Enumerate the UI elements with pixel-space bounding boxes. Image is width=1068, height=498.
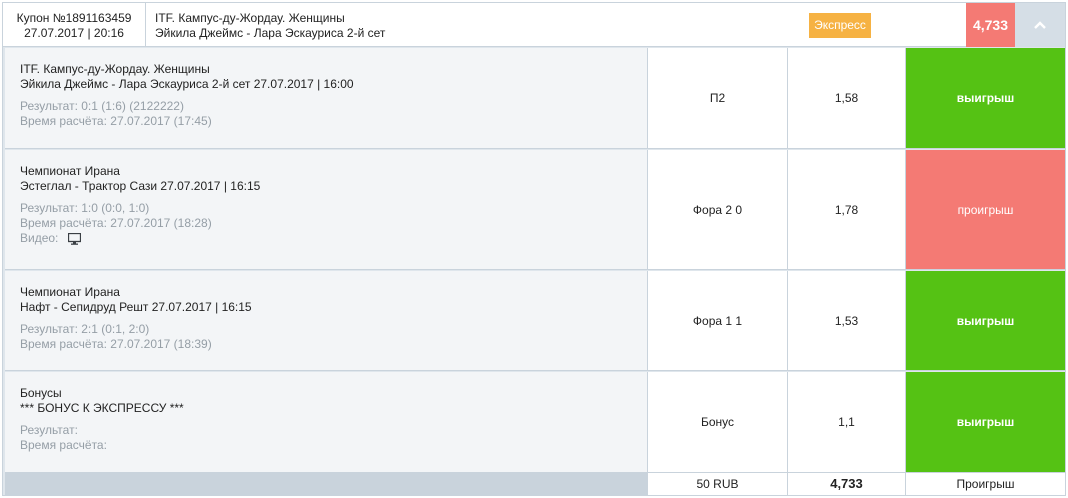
bet-match: *** БОНУС К ЭКСПРЕССУ *** bbox=[20, 401, 184, 415]
bet-league: Чемпионат Ирана bbox=[20, 285, 120, 299]
bet-odds: 1,58 bbox=[788, 48, 906, 148]
event-subtitle: Эйкила Джеймс - Лара Эскауриса 2-й сет bbox=[155, 26, 386, 40]
bet-type: П2 bbox=[648, 48, 788, 148]
collapse-toggle-button[interactable] bbox=[1015, 3, 1065, 47]
bet-row: ITF. Кампус-ду-Жордау. Женщины Эйкила Дж… bbox=[5, 48, 1065, 149]
summary-stake: 50 RUB bbox=[648, 473, 788, 495]
bet-type: Бонус bbox=[648, 372, 788, 472]
bet-settled-time: Время расчёта: 27.07.2017 (18:39) bbox=[20, 337, 212, 351]
bet-result: Результат: bbox=[20, 423, 78, 437]
bet-outcome: выигрыш bbox=[906, 48, 1065, 148]
bet-league: ITF. Кампус-ду-Жордау. Женщины bbox=[20, 62, 210, 76]
coupon-summary: 50 RUB 4,733 Проигрыш bbox=[5, 472, 1065, 496]
bet-outcome: выигрыш bbox=[906, 372, 1065, 472]
video-label: Видео: bbox=[20, 231, 59, 245]
bet-odds: 1,53 bbox=[788, 271, 906, 370]
bet-video: Видео: bbox=[20, 231, 647, 249]
total-odds-badge: 4,733 bbox=[966, 3, 1015, 47]
bet-league: Бонусы bbox=[20, 386, 62, 400]
summary-status: Проигрыш bbox=[906, 473, 1065, 495]
coupon-card: Купон №1891163459 27.07.2017 | 20:16 ITF… bbox=[2, 2, 1066, 496]
coupon-date: 27.07.2017 | 20:16 bbox=[24, 26, 124, 40]
express-badge: Экспресс bbox=[809, 13, 871, 38]
monitor-icon[interactable] bbox=[67, 232, 81, 249]
bet-match: Нафт - Сепидруд Решт 27.07.2017 | 16:15 bbox=[20, 300, 252, 314]
bet-settled-time: Время расчёта: 27.07.2017 (17:45) bbox=[20, 114, 212, 128]
coupon-event: ITF. Кампус-ду-Жордау. Женщины Эйкила Дж… bbox=[155, 11, 385, 41]
bet-odds: 1,1 bbox=[788, 372, 906, 472]
summary-total-odds: 4,733 bbox=[788, 473, 906, 495]
bet-outcome: выигрыш bbox=[906, 271, 1065, 370]
coupon-id-block: Купон №1891163459 27.07.2017 | 20:16 bbox=[3, 3, 146, 47]
bet-result: Результат: 0:1 (1:6) (2122222) bbox=[20, 99, 184, 113]
coupon-number: Купон №1891163459 bbox=[16, 11, 132, 25]
bet-row: Чемпионат Ирана Нафт - Сепидруд Решт 27.… bbox=[5, 271, 1065, 371]
bet-match: Эйкила Джеймс - Лара Эскауриса 2-й сет 2… bbox=[20, 77, 354, 91]
event-title: ITF. Кампус-ду-Жордау. Женщины bbox=[155, 11, 345, 25]
bet-odds: 1,78 bbox=[788, 150, 906, 269]
bet-result: Результат: 2:1 (0:1, 2:0) bbox=[20, 322, 150, 336]
bet-type: Фора 1 1 bbox=[648, 271, 788, 370]
bet-row: Бонусы *** БОНУС К ЭКСПРЕССУ *** Результ… bbox=[5, 372, 1065, 472]
coupon-header: Купон №1891163459 27.07.2017 | 20:16 ITF… bbox=[3, 3, 1065, 47]
bet-info: ITF. Кампус-ду-Жордау. Женщины Эйкила Дж… bbox=[5, 48, 648, 148]
bet-result: Результат: 1:0 (0:0, 1:0) bbox=[20, 201, 150, 215]
bet-info: Бонусы *** БОНУС К ЭКСПРЕССУ *** Результ… bbox=[5, 372, 648, 472]
chevron-up-icon bbox=[1034, 21, 1046, 29]
bet-outcome: проигрыш bbox=[906, 150, 1065, 269]
bet-info: Чемпионат Ирана Нафт - Сепидруд Решт 27.… bbox=[5, 271, 648, 370]
bet-settled-time: Время расчёта: 27.07.2017 (18:28) bbox=[20, 216, 212, 230]
bet-type: Фора 2 0 bbox=[648, 150, 788, 269]
bet-settled-time: Время расчёта: bbox=[20, 438, 107, 452]
bet-league: Чемпионат Ирана bbox=[20, 164, 120, 178]
bet-info: Чемпионат Ирана Эстеглал - Трактор Сази … bbox=[5, 150, 648, 269]
bet-match: Эстеглал - Трактор Сази 27.07.2017 | 16:… bbox=[20, 179, 261, 193]
bet-row: Чемпионат Ирана Эстеглал - Трактор Сази … bbox=[5, 150, 1065, 270]
